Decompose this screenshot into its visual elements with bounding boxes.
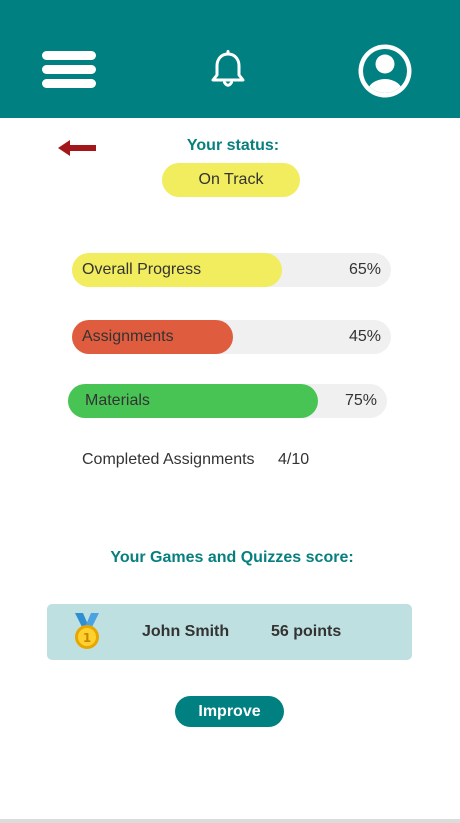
hamburger-menu-icon[interactable]: [42, 51, 96, 89]
score-card: 1 John Smith 56 points: [47, 604, 412, 660]
progress-bar-overall: Overall Progress 65%: [72, 253, 391, 287]
user-avatar-icon[interactable]: [357, 43, 413, 99]
completed-assignments-value: 4/10: [278, 451, 310, 468]
gold-medal-icon: 1: [73, 613, 101, 651]
progress-bar-assignments: Assignments 45%: [72, 320, 391, 354]
svg-text:1: 1: [83, 631, 91, 645]
app-header: [0, 0, 460, 118]
bottom-divider: [0, 819, 460, 823]
bell-icon[interactable]: [209, 50, 247, 90]
progress-bar-materials: Materials 75%: [68, 384, 387, 418]
progress-label: Materials: [85, 392, 150, 409]
games-score-title: Your Games and Quizzes score:: [110, 549, 354, 566]
progress-percent: 45%: [348, 328, 381, 345]
status-badge: On Track: [162, 163, 300, 197]
status-title: Your status:: [186, 137, 280, 154]
player-points: 56 points: [271, 623, 342, 640]
completed-assignments-label: Completed Assignments: [82, 451, 255, 468]
progress-label: Assignments: [82, 328, 174, 345]
progress-percent: 75%: [344, 392, 377, 409]
player-name: John Smith: [142, 623, 230, 640]
progress-percent: 65%: [348, 261, 381, 278]
progress-label: Overall Progress: [82, 261, 202, 278]
improve-button[interactable]: Improve: [175, 696, 284, 727]
